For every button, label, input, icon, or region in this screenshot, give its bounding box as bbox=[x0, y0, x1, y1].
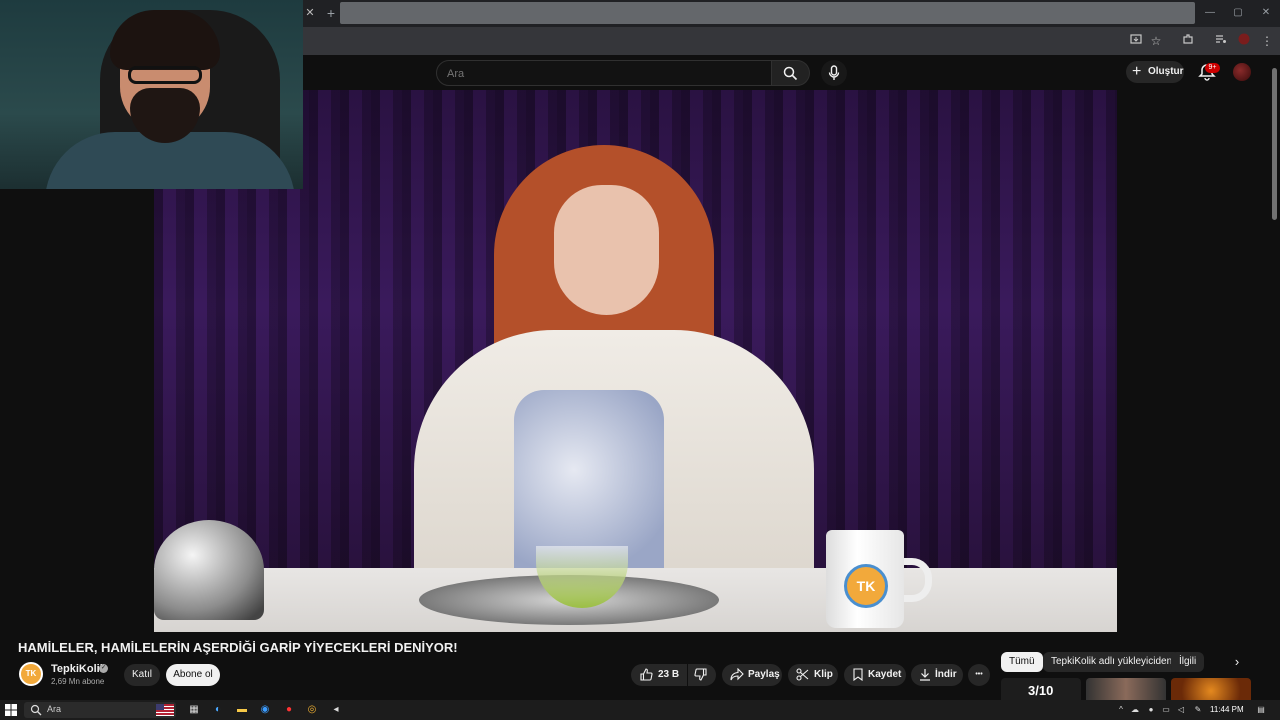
share-icon bbox=[730, 668, 744, 681]
account-avatar[interactable] bbox=[1233, 63, 1251, 81]
webcam-overlay bbox=[0, 0, 303, 189]
share-button[interactable]: Paylaş bbox=[722, 664, 782, 686]
minimize-button[interactable]: — bbox=[1196, 3, 1224, 23]
profile-icon[interactable] bbox=[1235, 32, 1253, 50]
tab-close-button[interactable]: ✕ bbox=[303, 3, 317, 23]
search-box[interactable] bbox=[436, 60, 772, 86]
download-label: İndir bbox=[935, 669, 957, 680]
task-view-icon[interactable]: ▦ bbox=[188, 704, 200, 716]
star-icon[interactable]: ☆ bbox=[1147, 32, 1165, 50]
chip-from-uploader[interactable]: TepkiKolik adlı yükleyiciden bbox=[1043, 652, 1181, 672]
chip-scroll-next-icon[interactable]: › bbox=[1228, 654, 1246, 670]
install-icon[interactable] bbox=[1127, 32, 1145, 50]
taskbar-clock: 11:44 PM bbox=[1210, 705, 1244, 714]
menu-icon[interactable]: ⋮ bbox=[1258, 32, 1276, 50]
close-window-button[interactable]: ✕ bbox=[1252, 3, 1280, 23]
search-input[interactable] bbox=[447, 66, 747, 82]
chip-all[interactable]: Tümü bbox=[1001, 652, 1043, 672]
microphone-icon bbox=[828, 65, 840, 80]
channel-name[interactable]: TepkiKolik bbox=[51, 663, 106, 675]
taskbar-search-placeholder: Ara bbox=[47, 704, 62, 714]
create-label: Oluştur bbox=[1148, 66, 1184, 77]
scissors-icon bbox=[796, 668, 809, 681]
mic-tray-icon[interactable]: ● bbox=[1146, 705, 1156, 715]
video-scene-face bbox=[554, 185, 659, 315]
clip-button[interactable]: Klip bbox=[788, 664, 838, 686]
video-scene-cloche bbox=[154, 520, 264, 620]
dislike-button[interactable] bbox=[688, 664, 716, 686]
save-button[interactable]: Kaydet bbox=[844, 664, 906, 686]
more-actions-button[interactable]: ••• bbox=[968, 664, 990, 686]
webcam-glasses bbox=[128, 66, 202, 84]
channel-avatar[interactable]: TK bbox=[19, 662, 43, 686]
verified-icon: ✓ bbox=[99, 664, 108, 673]
tab-strip-area bbox=[340, 2, 1195, 24]
new-tab-button[interactable]: + bbox=[322, 5, 340, 21]
file-explorer-icon[interactable]: ▬ bbox=[236, 704, 248, 716]
join-button[interactable]: Katıl bbox=[124, 664, 160, 686]
cloud-icon[interactable]: ☁ bbox=[1130, 705, 1140, 715]
opera-icon[interactable]: ● bbox=[283, 704, 295, 716]
download-icon bbox=[920, 669, 930, 681]
scrollbar-thumb[interactable] bbox=[1272, 68, 1277, 220]
media-icon[interactable] bbox=[1212, 32, 1230, 50]
notification-badge: 9+ bbox=[1205, 63, 1220, 73]
search-button[interactable] bbox=[772, 60, 810, 86]
subscribe-button[interactable]: Abone ol bbox=[166, 664, 220, 686]
speaker-app-icon[interactable]: ◂ bbox=[330, 704, 342, 716]
download-button[interactable]: İndir bbox=[911, 664, 963, 686]
search-icon bbox=[30, 704, 42, 716]
playlist-counter: 3/10 bbox=[1028, 683, 1054, 698]
save-label: Kaydet bbox=[868, 669, 902, 680]
plus-icon: + bbox=[1132, 63, 1142, 80]
pen-icon[interactable]: ✎ bbox=[1193, 705, 1203, 715]
thumbs-down-icon bbox=[694, 668, 707, 681]
bookmark-icon bbox=[853, 668, 863, 681]
chip-related[interactable]: İlgili bbox=[1171, 652, 1205, 672]
edge-icon[interactable]: ◐ bbox=[212, 704, 224, 716]
search-icon bbox=[783, 66, 798, 81]
extensions-icon[interactable] bbox=[1179, 32, 1197, 50]
subscriber-count: 2,69 Mn abone bbox=[51, 677, 105, 686]
video-title: HAMİLELER, HAMİLELERİN AŞERDİĞİ GARİP Yİ… bbox=[18, 640, 458, 655]
tray-chevron-icon[interactable]: ^ bbox=[1116, 705, 1126, 715]
mug-logo: TK bbox=[844, 564, 888, 608]
chrome-icon[interactable]: ◎ bbox=[306, 704, 318, 716]
share-label: Paylaş bbox=[748, 669, 780, 680]
store-icon[interactable]: ◉ bbox=[259, 704, 271, 716]
windows-start-icon[interactable] bbox=[4, 703, 18, 717]
clip-label: Klip bbox=[814, 669, 833, 680]
notification-center-icon[interactable]: ▤ bbox=[1256, 705, 1266, 715]
like-count: 23 B bbox=[658, 669, 680, 680]
us-flag-icon bbox=[156, 704, 174, 716]
network-icon[interactable]: ▭ bbox=[1161, 705, 1171, 715]
like-button[interactable]: 23 B bbox=[631, 664, 687, 686]
create-button[interactable]: + Oluştur bbox=[1126, 61, 1184, 83]
thumbs-up-icon bbox=[640, 668, 653, 681]
webcam-hair bbox=[110, 10, 220, 70]
volume-icon[interactable]: ◁ bbox=[1176, 705, 1186, 715]
voice-search-button[interactable] bbox=[821, 60, 847, 86]
maximize-button[interactable]: ▢ bbox=[1224, 3, 1252, 23]
